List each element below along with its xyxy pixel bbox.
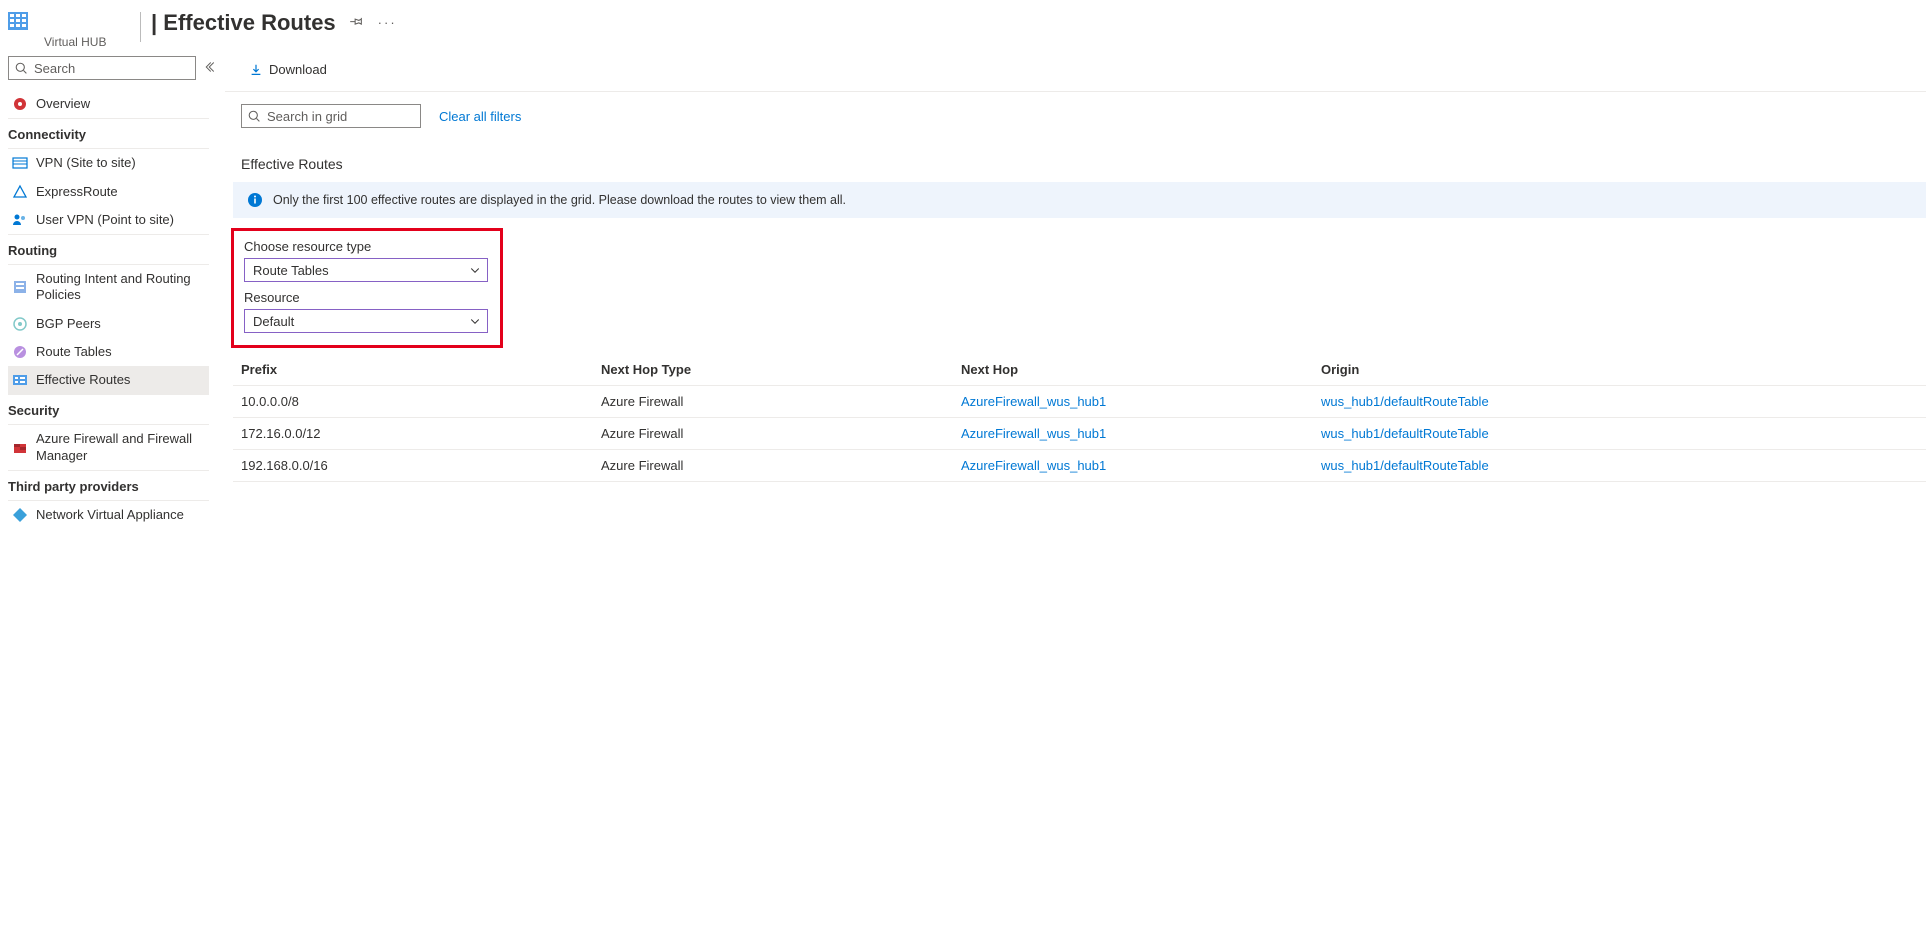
col-next-hop[interactable]: Next Hop [953,354,1313,386]
resource-label: Resource [244,290,490,305]
chevron-down-icon [469,315,481,327]
cell-hop-type: Azure Firewall [593,386,953,418]
cell-prefix: 192.168.0.0/16 [233,450,593,482]
sidebar-item-bgp-peers[interactable]: BGP Peers [8,310,209,338]
info-icon [247,192,263,208]
sidebar-group-routing: Routing [8,235,209,265]
title-separator [140,12,141,42]
sidebar-item-label: ExpressRoute [36,184,118,200]
sidebar-item-effective-routes[interactable]: Effective Routes [8,366,209,394]
effective-routes-icon [12,372,28,388]
sidebar-item-label: Effective Routes [36,372,130,388]
cell-prefix: 10.0.0.0/8 [233,386,593,418]
routes-table: Prefix Next Hop Type Next Hop Origin 10.… [233,354,1926,482]
pin-icon[interactable] [350,14,364,31]
sidebar-item-firewall[interactable]: Azure Firewall and Firewall Manager [8,425,209,470]
table-header-row: Prefix Next Hop Type Next Hop Origin [233,354,1926,386]
sidebar-item-expressroute[interactable]: ExpressRoute [8,178,209,206]
sidebar-item-label: VPN (Site to site) [36,155,136,171]
info-text: Only the first 100 effective routes are … [273,193,846,207]
overview-icon [12,96,28,112]
sidebar-item-overview[interactable]: Overview [8,90,209,118]
search-icon [248,110,261,123]
hub-icon [8,12,28,30]
sidebar-item-label: BGP Peers [36,316,101,332]
cell-hop-type: Azure Firewall [593,450,953,482]
collapse-sidebar-icon[interactable] [204,61,216,76]
chevron-down-icon [469,264,481,276]
cell-next-hop[interactable]: AzureFirewall_wus_hub1 [953,450,1313,482]
section-title: Effective Routes [233,132,1926,182]
sidebar-item-label: Route Tables [36,344,112,360]
download-button[interactable]: Download [241,58,335,81]
page-header: Virtual HUB | Effective Routes ··· [0,0,1926,48]
route-tables-icon [12,344,28,360]
sidebar-item-label: Network Virtual Appliance [36,507,184,523]
more-icon[interactable]: ··· [378,15,397,30]
cell-origin[interactable]: wus_hub1/defaultRouteTable [1313,450,1926,482]
sidebar-item-user-vpn[interactable]: User VPN (Point to site) [8,206,209,234]
expressroute-icon [12,184,28,200]
routing-intent-icon [12,279,28,295]
sidebar-group-connectivity: Connectivity [8,119,209,149]
resource-selector-highlight: Choose resource type Route Tables Resour… [231,228,503,348]
hub-subtitle: Virtual HUB [44,35,140,49]
sidebar: Search Overview Connectivity [0,48,225,935]
sidebar-search[interactable]: Search [8,56,196,80]
resource-type-value: Route Tables [253,263,329,278]
cell-origin[interactable]: wus_hub1/defaultRouteTable [1313,418,1926,450]
page-title: | Effective Routes [151,10,336,36]
download-label: Download [269,62,327,77]
sidebar-group-security: Security [8,395,209,425]
sidebar-item-route-tables[interactable]: Route Tables [8,338,209,366]
main-content: Download Search in grid Clear all filter… [225,48,1926,935]
info-banner: Only the first 100 effective routes are … [233,182,1926,218]
sidebar-item-label: User VPN (Point to site) [36,212,174,228]
table-row: 192.168.0.0/16 Azure Firewall AzureFirew… [233,450,1926,482]
bgp-icon [12,316,28,332]
cell-origin[interactable]: wus_hub1/defaultRouteTable [1313,386,1926,418]
user-vpn-icon [12,212,28,228]
col-next-hop-type[interactable]: Next Hop Type [593,354,953,386]
sidebar-item-label: Overview [36,96,90,112]
toolbar: Download [225,48,1926,92]
sidebar-item-label: Routing Intent and Routing Policies [36,271,205,304]
table-row: 172.16.0.0/12 Azure Firewall AzureFirewa… [233,418,1926,450]
search-icon [15,62,28,75]
clear-filters-link[interactable]: Clear all filters [439,109,521,124]
nva-icon [12,507,28,523]
sidebar-item-label: Azure Firewall and Firewall Manager [36,431,205,464]
cell-hop-type: Azure Firewall [593,418,953,450]
resource-type-dropdown[interactable]: Route Tables [244,258,488,282]
grid-search-placeholder: Search in grid [267,109,347,124]
vpn-icon [12,155,28,171]
grid-search[interactable]: Search in grid [241,104,421,128]
table-row: 10.0.0.0/8 Azure Firewall AzureFirewall_… [233,386,1926,418]
cell-next-hop[interactable]: AzureFirewall_wus_hub1 [953,418,1313,450]
firewall-icon [12,440,28,456]
sidebar-item-nva[interactable]: Network Virtual Appliance [8,501,209,529]
col-prefix[interactable]: Prefix [233,354,593,386]
col-origin[interactable]: Origin [1313,354,1926,386]
resource-value: Default [253,314,294,329]
cell-prefix: 172.16.0.0/12 [233,418,593,450]
resource-dropdown[interactable]: Default [244,309,488,333]
download-icon [249,63,263,77]
sidebar-group-thirdparty: Third party providers [8,471,209,501]
sidebar-item-vpn-site[interactable]: VPN (Site to site) [8,149,209,177]
sidebar-search-placeholder: Search [34,61,75,76]
cell-next-hop[interactable]: AzureFirewall_wus_hub1 [953,386,1313,418]
sidebar-item-routing-intent[interactable]: Routing Intent and Routing Policies [8,265,209,310]
resource-type-label: Choose resource type [244,239,490,254]
